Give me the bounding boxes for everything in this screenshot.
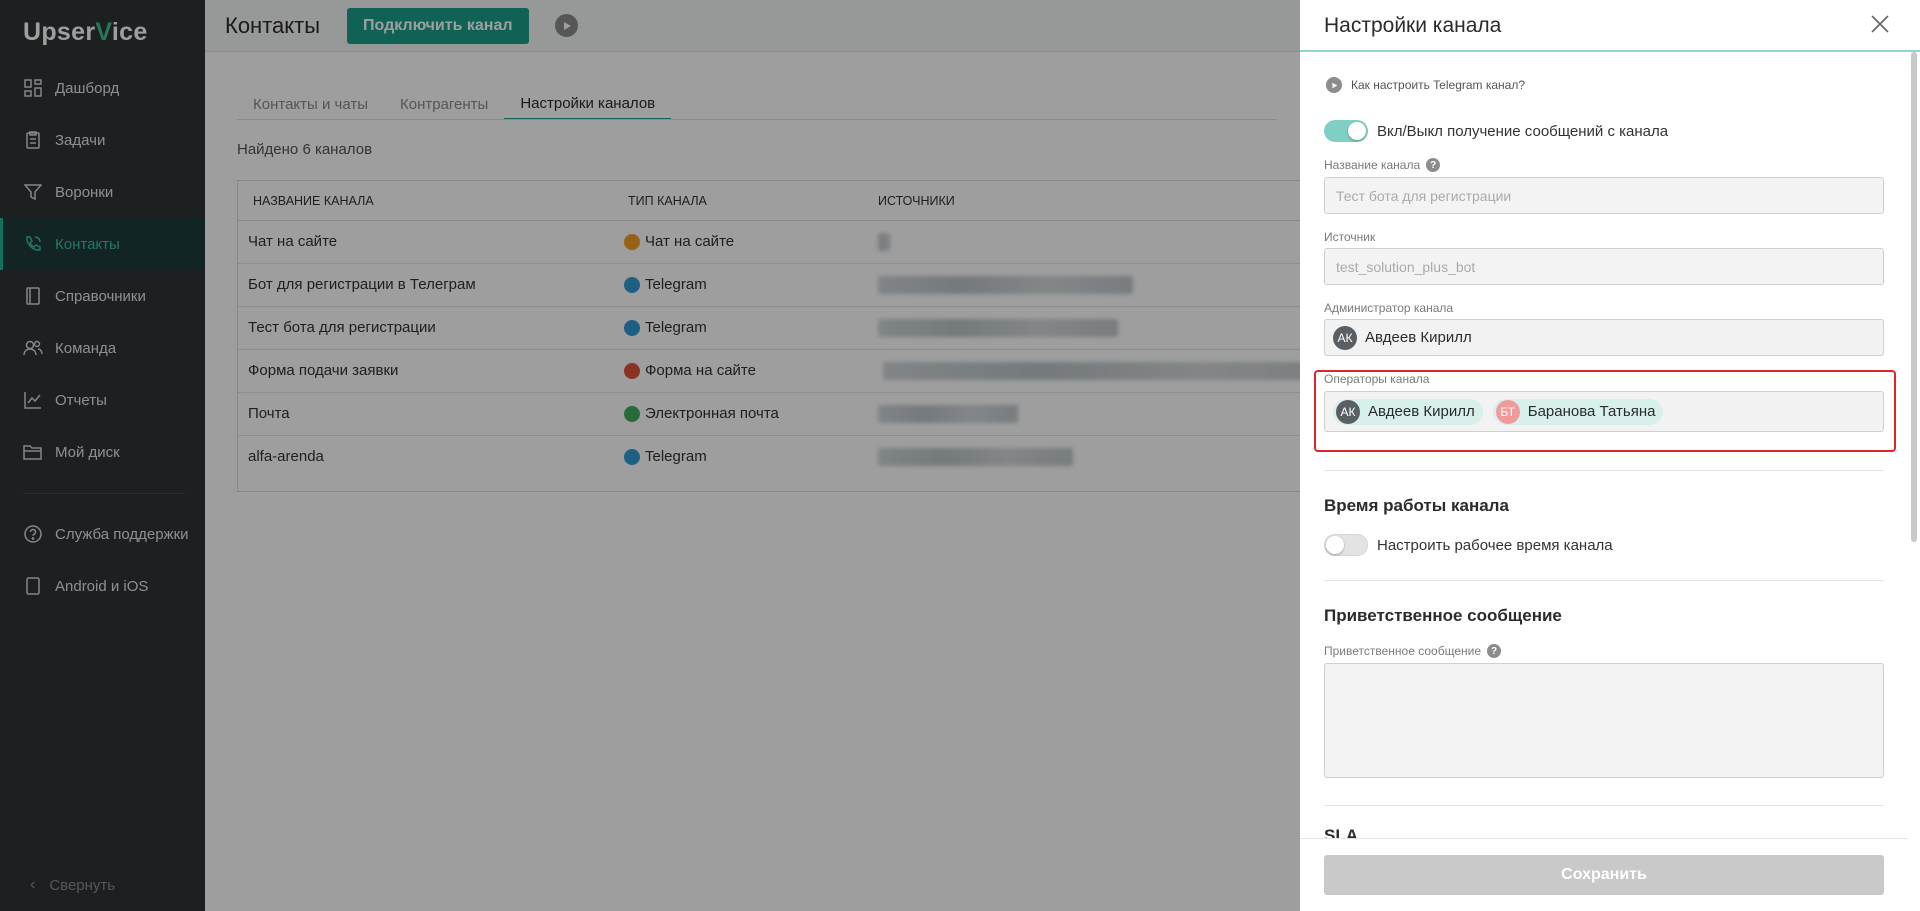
divider [1324,805,1884,806]
receive-messages-row: Вкл/Выкл получение сообщений с канала [1324,120,1668,142]
operators-highlight-box [1314,370,1896,452]
scrollbar[interactable] [1910,52,1918,542]
channel-name-label-text: Название канала [1324,158,1421,172]
save-button[interactable]: Сохранить [1324,855,1884,895]
scrollbar-thumb[interactable] [1911,52,1917,542]
admin-label: Администратор канала [1324,301,1454,315]
admin-select[interactable]: АК Авдеев Кирилл [1324,319,1884,356]
toggle-knob [1348,122,1366,140]
work-time-toggle[interactable] [1324,534,1368,556]
channel-name-placeholder: Тест бота для регистрации [1336,187,1512,204]
divider [1324,470,1884,471]
welcome-label: Приветственное сообщение ? [1324,644,1501,658]
source-placeholder: test_solution_plus_bot [1336,258,1476,275]
sla-title: SLA [1324,826,1358,838]
source-input[interactable]: test_solution_plus_bot [1324,248,1884,285]
panel-top-accent [1300,50,1920,52]
welcome-title: Приветственное сообщение [1324,606,1562,625]
welcome-label-text: Приветственное сообщение [1324,644,1481,658]
channel-settings-panel: Настройки канала Как настроить Telegram … [1300,0,1920,911]
work-time-row: Настроить рабочее время канала [1324,534,1613,556]
panel-title: Настройки канала [1324,14,1502,37]
panel-footer: Сохранить [1300,838,1908,911]
toggle-knob [1326,536,1344,554]
modal-overlay[interactable] [0,0,1300,911]
close-icon[interactable] [1868,12,1892,36]
receive-messages-toggle[interactable] [1324,120,1368,142]
receive-messages-label: Вкл/Выкл получение сообщений с канала [1377,122,1669,140]
help-icon[interactable]: ? [1426,158,1441,172]
channel-name-label: Название канала ? [1324,158,1441,172]
work-time-label: Настроить рабочее время канала [1377,536,1613,554]
channel-name-input[interactable]: Тест бота для регистрации [1324,177,1884,214]
source-label: Источник [1324,230,1376,244]
avatar: АК [1333,325,1357,350]
admin-name: Авдеев Кирилл [1365,329,1472,346]
how-to-label: Как настроить Telegram канал? [1351,78,1526,92]
help-icon[interactable]: ? [1487,644,1501,658]
work-time-title: Время работы канала [1324,496,1509,515]
how-to-link[interactable]: Как настроить Telegram канал? [1326,77,1525,93]
play-icon [1326,77,1342,93]
divider [1324,580,1884,581]
welcome-message-textarea[interactable] [1324,663,1884,778]
